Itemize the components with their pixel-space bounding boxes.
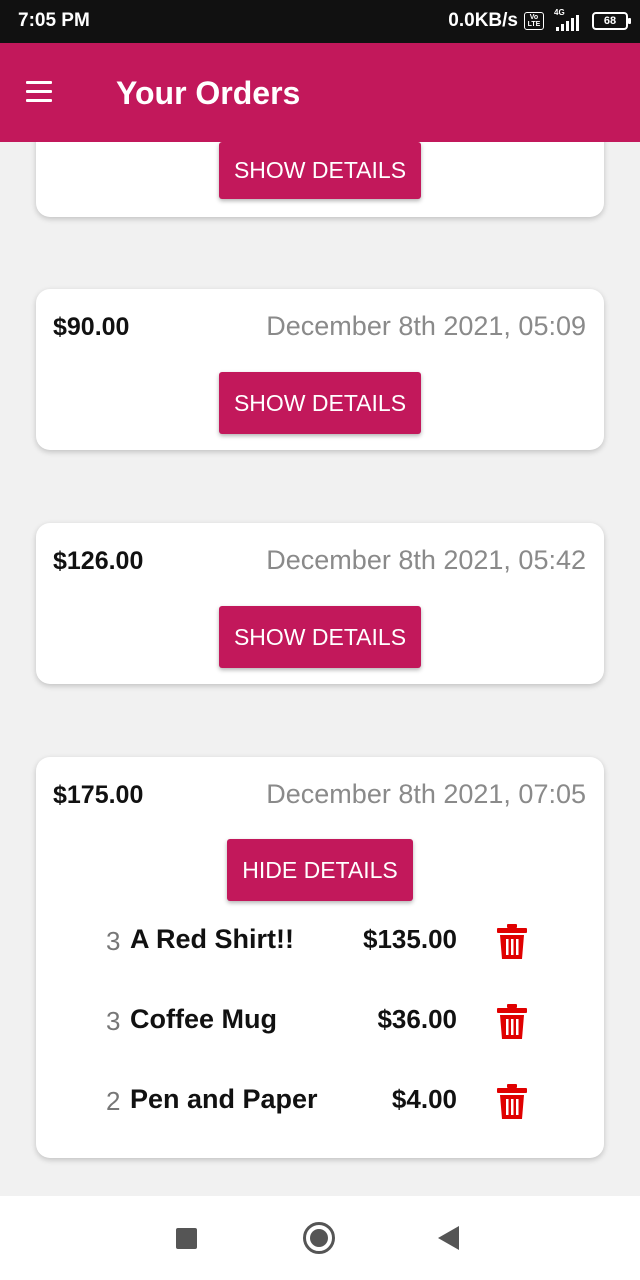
orders-list[interactable]: SHOW DETAILS $90.00 December 8th 2021, 0…: [0, 142, 640, 1196]
item-quantity: 3: [106, 926, 121, 956]
item-price: $4.00: [391, 1084, 457, 1114]
trash-icon[interactable]: [496, 1084, 528, 1120]
order-card-expanded: $175.00 December 8th 2021, 07:05 HIDE DE…: [36, 757, 604, 1158]
item-price: $135.00: [363, 924, 457, 954]
hide-details-button[interactable]: HIDE DETAILS: [227, 839, 413, 901]
square-icon[interactable]: [176, 1228, 197, 1249]
status-bar: 7:05 PM 0.0KB/s Vo LTE 4G 68: [0, 0, 640, 43]
hamburger-menu-icon[interactable]: [26, 81, 52, 103]
battery-icon: 68: [592, 12, 631, 30]
item-name: Pen and Paper: [130, 1084, 318, 1114]
item-name: Coffee Mug: [130, 1004, 277, 1034]
order-item: 2 Pen and Paper $4.00: [36, 1084, 604, 1124]
trash-icon[interactable]: [496, 1004, 528, 1040]
system-nav-bar: [0, 1196, 640, 1280]
order-card: $126.00 December 8th 2021, 05:42 SHOW DE…: [36, 523, 604, 684]
order-item: 3 A Red Shirt!! $135.00: [36, 924, 604, 964]
show-details-button[interactable]: SHOW DETAILS: [219, 606, 421, 668]
circle-icon[interactable]: [303, 1222, 335, 1254]
page-title: Your Orders: [116, 75, 301, 111]
order-card: SHOW DETAILS: [36, 142, 604, 217]
order-amount: $126.00: [53, 547, 144, 575]
order-date: December 8th 2021, 05:09: [266, 311, 586, 341]
order-item: 3 Coffee Mug $36.00: [36, 1004, 604, 1044]
item-quantity: 3: [106, 1006, 121, 1036]
item-price: $36.00: [377, 1004, 457, 1034]
app-bar: Your Orders: [0, 43, 640, 142]
show-details-button[interactable]: SHOW DETAILS: [219, 372, 421, 434]
status-time: 7:05 PM: [18, 10, 90, 31]
order-card: $90.00 December 8th 2021, 05:09 SHOW DET…: [36, 289, 604, 450]
order-amount: $175.00: [53, 781, 144, 809]
item-quantity: 2: [106, 1086, 121, 1116]
order-amount: $90.00: [53, 313, 130, 341]
network-speed: 0.0KB/s: [448, 10, 518, 31]
status-indicators: 0.0KB/s Vo LTE 4G 68: [448, 8, 631, 34]
order-date: December 8th 2021, 07:05: [266, 779, 586, 809]
trash-icon[interactable]: [496, 924, 528, 960]
volte-icon: Vo LTE: [524, 12, 544, 30]
triangle-back-icon[interactable]: [438, 1226, 459, 1250]
item-name: A Red Shirt!!: [130, 924, 294, 954]
order-date: December 8th 2021, 05:42: [266, 545, 586, 575]
signal-icon: 4G: [550, 8, 586, 34]
show-details-button[interactable]: SHOW DETAILS: [219, 142, 421, 199]
